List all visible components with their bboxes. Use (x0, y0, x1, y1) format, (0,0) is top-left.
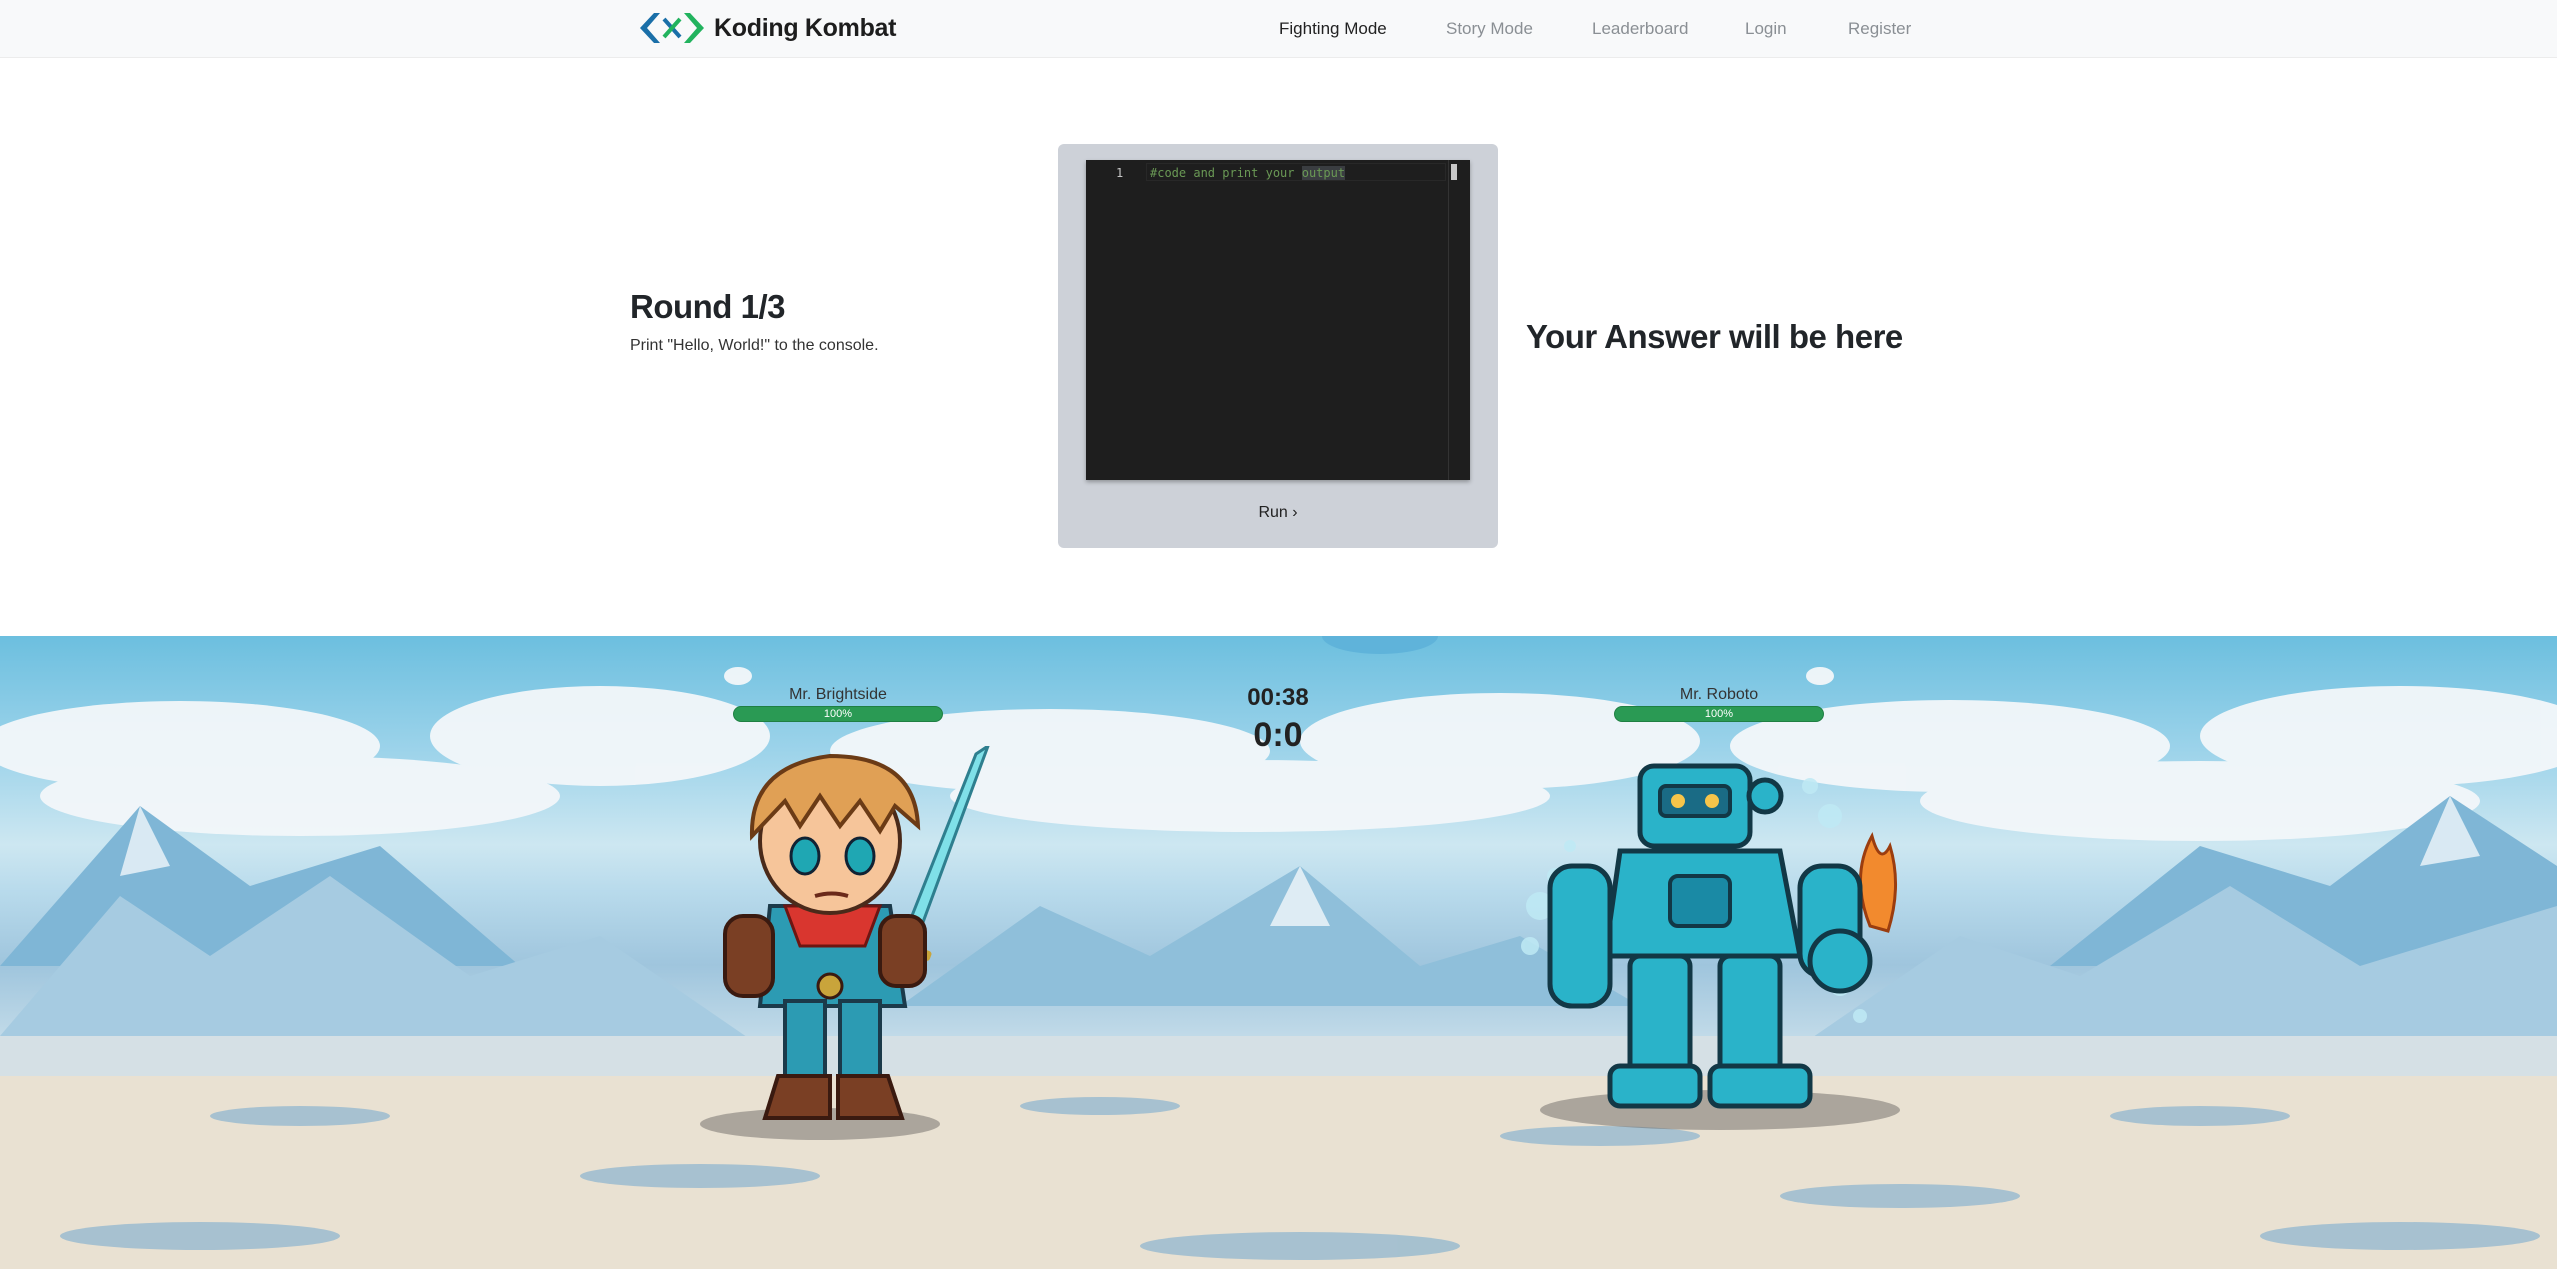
nav-login[interactable]: Login (1745, 16, 1787, 42)
round-title: Round 1/3 (630, 288, 786, 325)
code-editor[interactable]: 1 #code and print your output (1086, 160, 1470, 480)
code-selection: output (1301, 166, 1346, 180)
round-timer: 00:38 (1247, 684, 1309, 711)
nav-story-mode[interactable]: Story Mode (1446, 16, 1533, 42)
player-health-bar: 100% (733, 706, 943, 722)
player-health-label: 100% (823, 708, 853, 720)
brand-name: Koding Kombat (714, 13, 897, 42)
opponent-health-label: 100% (1704, 708, 1734, 720)
round-task: Print "Hello, World!" to the console. (630, 337, 879, 354)
line-number: 1 (1116, 166, 1124, 180)
navbar: Koding Kombat Fighting Mode Story Mode L… (0, 0, 2557, 58)
opponent-name: Mr. Roboto (1679, 686, 1759, 703)
nav-register[interactable]: Register (1848, 16, 1911, 42)
robot-character-sprite (1521, 763, 1897, 1109)
nav-leaderboard[interactable]: Leaderboard (1592, 16, 1688, 42)
opponent-health-bar: 100% (1614, 706, 1824, 722)
nav-fighting-mode[interactable]: Fighting Mode (1279, 16, 1387, 42)
chevron-x-logo-icon (640, 13, 704, 43)
editor-scrollbar[interactable] (1448, 160, 1462, 480)
brand-link[interactable]: Koding Kombat (640, 9, 896, 47)
run-button[interactable]: Run › (1228, 498, 1328, 528)
player-name: Mr. Brightside (789, 686, 887, 703)
battle-arena: Mr. Brightside 100% 00:38 0:0 Mr. Roboto… (0, 636, 2557, 1269)
scrollbar-thumb[interactable] (1451, 164, 1457, 180)
code-line[interactable]: #code and print your output (1150, 166, 1346, 180)
hero-character-sprite (723, 746, 990, 1120)
code-comment: #code and print your (1150, 166, 1302, 180)
editor-card: 1 #code and print your output Run › (1058, 144, 1498, 548)
answer-output: Your Answer will be here (1526, 318, 1903, 355)
score-display: 0:0 (1253, 716, 1303, 754)
